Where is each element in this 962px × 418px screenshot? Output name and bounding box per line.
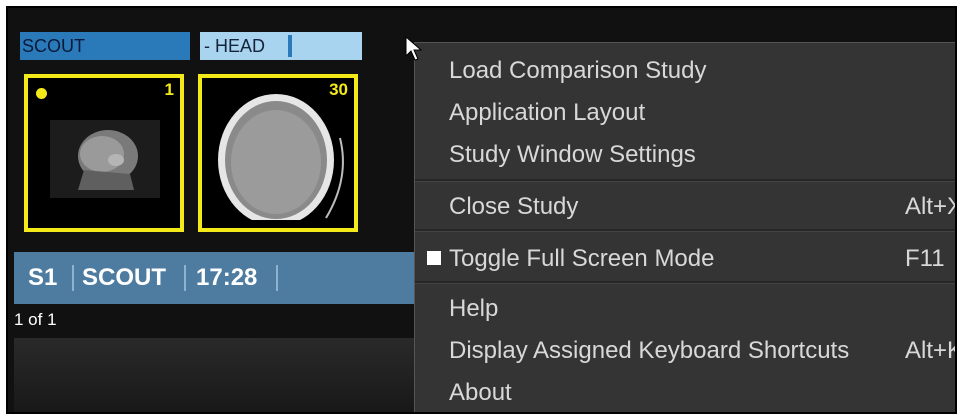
menu-divider	[415, 281, 955, 284]
scout-image	[50, 120, 160, 198]
image-count: 1 of 1	[14, 310, 57, 329]
chevron-right-icon: ▶	[955, 107, 957, 121]
viewer-window: SCOUT - HEAD 1 30 S1 SCOUT 17:28 1 of 1 …	[6, 6, 957, 414]
menu-item-close-study[interactable]: Close Study	[449, 187, 578, 227]
separator	[72, 265, 74, 291]
tab-separator	[288, 35, 292, 57]
shortcut-close-study: Alt+X	[905, 193, 955, 220]
chevron-right-icon: ▶	[955, 65, 957, 79]
menu-item-application-layout[interactable]: Application Layout	[449, 93, 645, 133]
separator	[276, 265, 278, 291]
menu-divider	[415, 229, 955, 232]
menu-item-about[interactable]: About	[449, 373, 512, 412]
menu-item-display-keyboard-shortcuts[interactable]: Display Assigned Keyboard Shortcuts	[449, 331, 849, 371]
series-tab-head[interactable]: - HEAD	[200, 32, 362, 60]
selected-dot-icon	[36, 88, 47, 99]
series-tab-head-label: - HEAD	[204, 36, 266, 56]
axial-ct-image	[202, 94, 354, 228]
menu-item-help[interactable]: Help	[449, 289, 498, 329]
series-id: S1	[28, 264, 58, 291]
shortcut-keyboard-shortcuts: Alt+K	[905, 337, 955, 364]
series-tab-scout[interactable]: SCOUT	[20, 32, 190, 60]
menu-divider	[415, 179, 955, 182]
context-menu: Load Comparison Study ▶ Application Layo…	[414, 42, 957, 412]
separator	[184, 265, 186, 291]
shortcut-full-screen: F11	[905, 245, 945, 272]
menu-item-load-comparison-study[interactable]: Load Comparison Study	[449, 51, 706, 91]
series-time: 17:28	[196, 264, 258, 291]
menu-item-study-window-settings[interactable]: Study Window Settings	[449, 135, 696, 175]
thumbnail-head[interactable]: 30	[198, 74, 358, 232]
menu-item-toggle-full-screen[interactable]: Toggle Full Screen Mode	[449, 239, 714, 279]
checkbox-icon	[427, 251, 441, 265]
chevron-right-icon: ▶	[955, 149, 957, 163]
thumbnail-scout[interactable]: 1	[24, 74, 184, 232]
mouse-cursor-icon	[405, 36, 423, 61]
thumbnail-count: 1	[164, 80, 174, 99]
image-viewport[interactable]	[14, 338, 414, 412]
series-name: SCOUT	[82, 264, 166, 291]
series-info-bar: S1 SCOUT 17:28	[14, 252, 414, 304]
